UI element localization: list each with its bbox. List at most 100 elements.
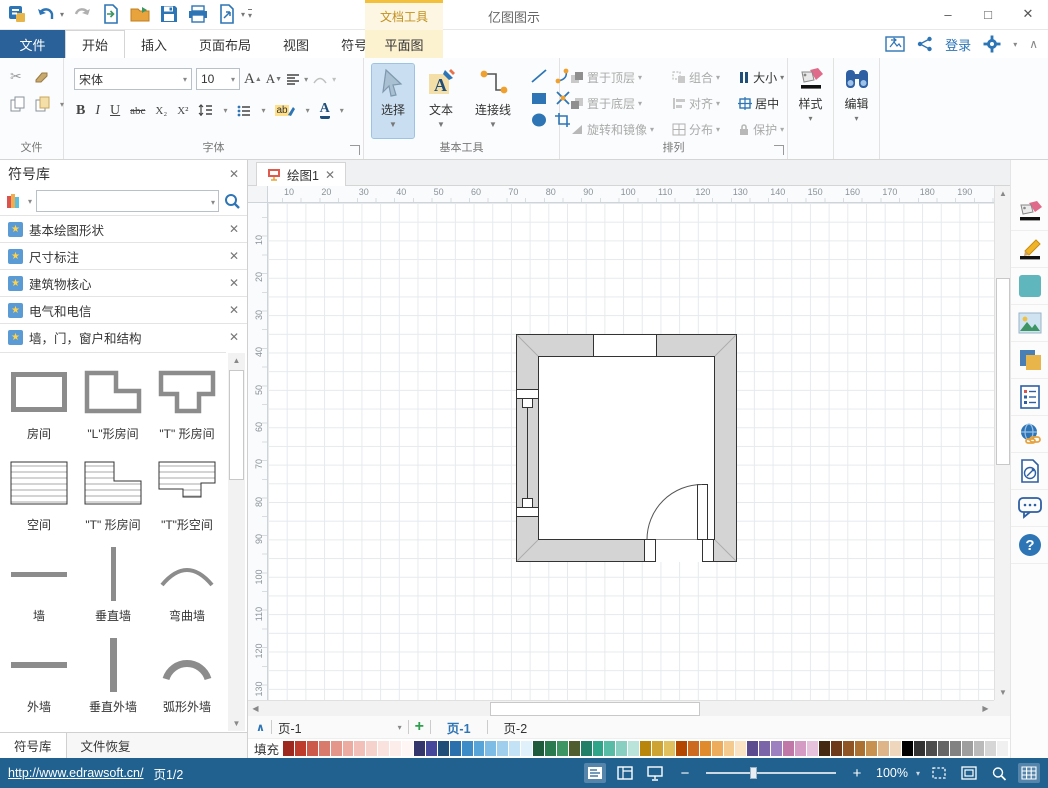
fill-swatch[interactable] <box>283 741 294 756</box>
superscript-icon[interactable]: X² <box>177 105 188 117</box>
symbol-curved-wall[interactable]: 弯曲墙 <box>150 541 224 628</box>
fill-swatch[interactable] <box>914 741 925 756</box>
font-color-dropdown-icon[interactable]: ▾ <box>340 106 344 115</box>
export-button[interactable] <box>216 3 238 25</box>
fill-swatch[interactable] <box>628 741 639 756</box>
fill-swatch[interactable] <box>521 741 532 756</box>
decrease-font-icon[interactable]: A▼ <box>266 71 282 87</box>
fill-swatch[interactable] <box>509 741 520 756</box>
quick-color-button[interactable] <box>1011 268 1048 305</box>
fill-swatch[interactable] <box>712 741 723 756</box>
symbol-room[interactable]: 房间 <box>2 359 76 446</box>
symbol-exterior-wall[interactable]: 外墙 <box>2 632 76 719</box>
view-presentation-icon[interactable] <box>644 763 666 783</box>
fill-swatch[interactable] <box>831 741 842 756</box>
page-tab-2[interactable]: 页-2 <box>494 718 538 737</box>
category-close-icon[interactable]: ✕ <box>229 303 239 317</box>
symbol-search-field[interactable]: ▾ <box>36 190 219 212</box>
import-button[interactable] <box>100 3 122 25</box>
panel-tab-symbol-library[interactable]: 符号库 <box>0 733 67 758</box>
fill-swatch[interactable] <box>759 741 770 756</box>
add-page-icon[interactable]: + <box>415 719 424 735</box>
library-picker-dropdown-icon[interactable]: ▾ <box>28 197 32 206</box>
scrollbar-thumb[interactable] <box>229 370 244 480</box>
outline-button[interactable] <box>1011 379 1048 416</box>
font-dialog-launcher[interactable] <box>350 145 360 155</box>
fill-swatch[interactable] <box>390 741 401 756</box>
subscript-icon[interactable]: X₂ <box>155 105 167 117</box>
category-close-icon[interactable]: ✕ <box>229 249 239 263</box>
close-button[interactable]: ✕ <box>1008 0 1048 28</box>
floorplan-drawing[interactable] <box>516 334 737 563</box>
fill-swatch[interactable] <box>533 741 544 756</box>
fill-swatch[interactable] <box>938 741 949 756</box>
fill-swatch[interactable] <box>593 741 604 756</box>
scroll-up-icon[interactable]: ▲ <box>228 353 245 368</box>
page-dropdown-icon[interactable]: ▾ <box>398 723 402 732</box>
file-menu-button[interactable]: 文件 <box>0 30 65 58</box>
help-button[interactable]: ? <box>1011 527 1048 564</box>
minimize-button[interactable]: – <box>928 0 968 28</box>
arc-text-icon[interactable] <box>312 73 328 85</box>
symbol-vertical-exterior-wall[interactable]: 垂直外墙 <box>76 632 150 719</box>
category-close-icon[interactable]: ✕ <box>229 222 239 236</box>
symbol-arc-exterior-wall[interactable]: 弧形外墙 <box>150 632 224 719</box>
settings-dropdown-icon[interactable]: ▾ <box>1013 40 1017 49</box>
zoom-region-icon[interactable] <box>988 763 1010 783</box>
increase-font-icon[interactable]: A▲ <box>244 71 262 88</box>
fill-swatch[interactable] <box>497 741 508 756</box>
font-name-select[interactable]: 宋体▾ <box>74 68 192 90</box>
bullet-list-icon[interactable] <box>237 105 251 117</box>
pages-button[interactable] <box>1011 342 1048 379</box>
format-painter-icon[interactable] <box>34 70 50 84</box>
hyperlink-button[interactable] <box>1011 416 1048 453</box>
zoom-slider-thumb[interactable] <box>750 767 757 779</box>
customize-qat-icon[interactable]: ▾ <box>248 9 252 20</box>
comment-button[interactable] <box>1011 490 1048 527</box>
grid-toggle-icon[interactable] <box>1018 763 1040 783</box>
fill-swatch[interactable] <box>735 741 746 756</box>
fill-swatch[interactable] <box>747 741 758 756</box>
fill-swatch[interactable] <box>926 741 937 756</box>
rotate-mirror-button[interactable]: 旋转和镜像▾ <box>568 118 656 140</box>
symbol-search-input[interactable] <box>37 191 202 211</box>
login-button[interactable]: 登录 <box>945 35 971 54</box>
copy-icon[interactable] <box>10 96 25 112</box>
save-button[interactable] <box>158 3 180 25</box>
fill-swatch[interactable] <box>343 741 354 756</box>
arrange-dialog-launcher[interactable] <box>774 145 784 155</box>
fit-window-icon[interactable] <box>958 763 980 783</box>
scroll-down-icon[interactable]: ▼ <box>228 716 245 731</box>
fill-swatch[interactable] <box>295 741 306 756</box>
fill-swatch[interactable] <box>771 741 782 756</box>
tab-insert[interactable]: 插入 <box>125 30 183 58</box>
paste-icon[interactable] <box>35 96 50 112</box>
tab-view[interactable]: 视图 <box>267 30 325 58</box>
italic-icon[interactable]: I <box>95 103 100 119</box>
document-tab-close-icon[interactable]: ✕ <box>325 168 335 182</box>
font-color-icon[interactable]: A <box>320 102 330 119</box>
symbol-t-room-2[interactable]: "T" 形房间 <box>76 450 150 537</box>
fill-swatch[interactable] <box>581 741 592 756</box>
tab-page-layout[interactable]: 页面布局 <box>183 30 267 58</box>
symbol-l-room[interactable]: "L"形房间 <box>76 359 150 446</box>
fill-swatch[interactable] <box>855 741 866 756</box>
ellipse-shape-icon[interactable] <box>530 112 548 128</box>
highlight-dropdown-icon[interactable]: ▾ <box>306 106 310 115</box>
scrollbar-thumb[interactable] <box>996 278 1010 465</box>
fill-swatch[interactable] <box>557 741 568 756</box>
panel-tab-file-recovery[interactable]: 文件恢复 <box>67 733 145 758</box>
category-dimensioning[interactable]: ★ 尺寸标注 ✕ <box>0 242 247 269</box>
fill-swatch[interactable] <box>450 741 461 756</box>
fill-swatch[interactable] <box>307 741 318 756</box>
tab-home[interactable]: 开始 <box>65 30 125 58</box>
fill-swatch[interactable] <box>640 741 651 756</box>
underline-icon[interactable]: U <box>110 103 120 119</box>
fill-swatch[interactable] <box>354 741 365 756</box>
fill-swatch[interactable] <box>783 741 794 756</box>
symbol-vertical-wall[interactable]: 垂直墙 <box>76 541 150 628</box>
edrawsoft-link[interactable]: http://www.edrawsoft.cn/ <box>8 766 143 780</box>
line-style-button[interactable] <box>1011 231 1048 268</box>
style-button[interactable]: 样式 ▾ <box>791 62 831 136</box>
protect-button[interactable]: 保护▾ <box>736 118 786 140</box>
